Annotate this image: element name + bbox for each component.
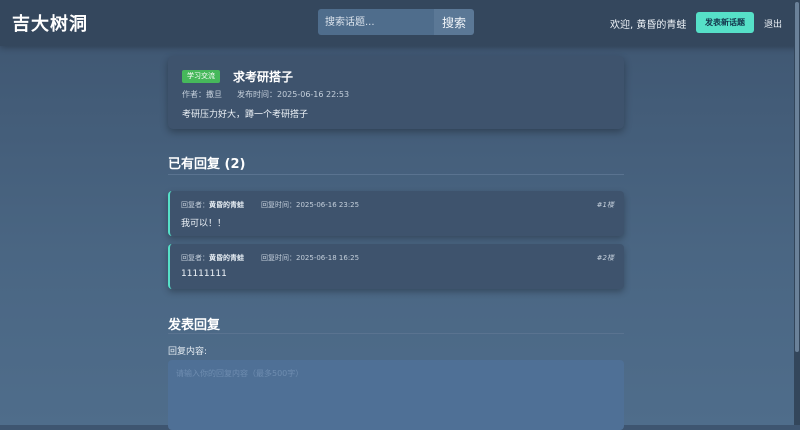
reply-author: 回复者：黄昏的青蛙 [181,254,244,262]
reply-textarea[interactable] [168,360,624,430]
welcome-text: 欢迎, 黄昏的青蛙 [610,20,687,31]
post-time: 发布时间：2025-06-16 22:53 [237,90,350,99]
category-tag[interactable]: 学习交流 [182,70,220,83]
reply-floor: #1楼 [596,201,614,209]
reply-time: 回复时间：2025-06-16 23:25 [261,201,360,209]
reply-card: 回复者：黄昏的青蛙 回复时间：2025-06-16 23:25 #1楼 我可以！… [168,191,624,236]
reply-time: 回复时间：2025-06-18 16:25 [261,254,360,262]
reply-body: 我可以！！ [181,219,227,229]
search-button[interactable]: 搜索 [434,9,474,35]
new-topic-button[interactable]: 发表新话题 [696,12,754,33]
reply-floor: #2楼 [596,254,614,262]
scrollbar-thumb[interactable] [795,2,799,352]
search-input[interactable] [318,9,434,35]
reply-form-heading: 发表回复 [168,318,221,333]
replies-heading: 已有回复 (2) [168,157,246,172]
reply-content-label: 回复内容: [168,347,208,357]
reply-card: 回复者：黄昏的青蛙 回复时间：2025-06-18 16:25 #2楼 1111… [168,244,624,289]
reply-author: 回复者：黄昏的青蛙 [181,201,244,209]
post-title: 求考研搭子 [233,70,294,84]
logout-link[interactable]: 退出 [764,17,782,30]
reply-body: 11111111 [181,269,227,279]
post-card: 学习交流 求考研搭子 作者：撒旦 发布时间：2025-06-16 22:53 考… [168,56,624,129]
site-logo[interactable]: 吉大树洞 [12,10,88,36]
top-nav-bar: 吉大树洞 搜索 欢迎, 黄昏的青蛙 发表新话题 退出 [0,0,800,46]
scrollbar[interactable] [794,0,800,425]
post-author: 作者：撒旦 [182,90,222,99]
divider [168,174,624,175]
post-body: 考研压力好大，蹲一个考研搭子 [182,110,309,120]
divider [168,333,624,334]
